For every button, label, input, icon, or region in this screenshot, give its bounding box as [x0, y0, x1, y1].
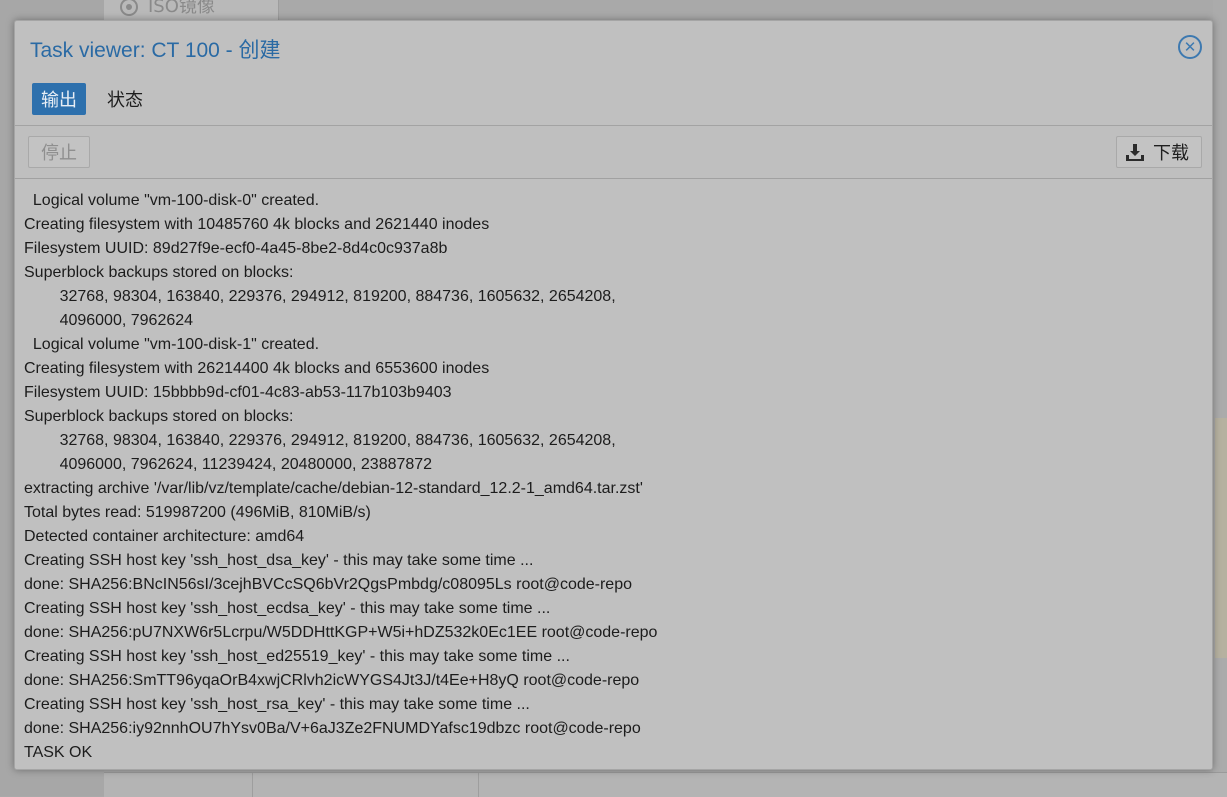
log-line: Creating SSH host key 'ssh_host_ed25519_…: [24, 648, 570, 665]
log-line: done: SHA256:iy92nnhOU7hYsv0Ba/V+6aJ3Ze2…: [24, 720, 641, 737]
log-line: Filesystem UUID: 89d27f9e-ecf0-4a45-8be2…: [24, 240, 448, 257]
log-line: Total bytes read: 519987200 (496MiB, 810…: [24, 504, 371, 521]
log-line: Creating SSH host key 'ssh_host_dsa_key'…: [24, 552, 534, 569]
download-icon: [1126, 144, 1144, 161]
log-line: 4096000, 7962624: [24, 312, 194, 329]
output-toolbar: 停止 下载: [15, 126, 1212, 179]
column-separator: [252, 773, 253, 797]
log-line: Creating filesystem with 26214400 4k blo…: [24, 360, 490, 377]
background-tab-iso-label: ISO镜像: [148, 0, 215, 17]
output-panel: 停止 下载 Logical volume "vm-100-disk-0" cre…: [15, 125, 1212, 769]
disc-icon: [120, 0, 138, 16]
tab-status[interactable]: 状态: [98, 83, 152, 115]
log-line: Creating filesystem with 10485760 4k blo…: [24, 216, 490, 233]
close-icon[interactable]: ✕: [1178, 35, 1202, 59]
dialog-header: Task viewer: CT 100 - 创建 ✕: [15, 21, 1212, 73]
log-line: done: SHA256:BNcIN56sI/3cejhBVCcSQ6bVr2Q…: [24, 576, 632, 593]
log-line: extracting archive '/var/lib/vz/template…: [24, 480, 643, 497]
dialog-title: Task viewer: CT 100 - 创建: [30, 39, 281, 62]
log-line: Superblock backups stored on blocks:: [24, 264, 294, 281]
stop-button[interactable]: 停止: [28, 136, 90, 168]
background-grid-header: [104, 772, 1227, 797]
background-page-right: [1213, 0, 1227, 796]
log-line: TASK OK: [24, 744, 93, 761]
log-line: Filesystem UUID: 15bbbb9d-cf01-4c83-ab53…: [24, 384, 452, 401]
log-line: done: SHA256:SmTT96yqaOrB4xwjCRlvh2icWYG…: [24, 672, 640, 689]
task-log-output: Logical volume "vm-100-disk-0" created. C…: [24, 189, 1202, 769]
background-tab-iso: ISO镜像: [104, 0, 279, 20]
log-line: Superblock backups stored on blocks:: [24, 408, 294, 425]
log-line: 4096000, 7962624, 11239424, 20480000, 23…: [24, 456, 433, 473]
log-line: 32768, 98304, 163840, 229376, 294912, 81…: [24, 432, 616, 449]
log-line: Logical volume "vm-100-disk-1" created.: [24, 336, 320, 353]
download-button[interactable]: 下载: [1116, 136, 1202, 168]
log-line: Creating SSH host key 'ssh_host_ecdsa_ke…: [24, 600, 551, 617]
log-line: Logical volume "vm-100-disk-0" created.: [24, 192, 320, 209]
tab-output[interactable]: 输出: [32, 83, 86, 115]
column-separator: [478, 773, 479, 797]
task-viewer-dialog: Task viewer: CT 100 - 创建 ✕ 输出 状态 停止 下载 L…: [14, 20, 1213, 770]
download-label: 下载: [1153, 143, 1189, 163]
log-line: 32768, 98304, 163840, 229376, 294912, 81…: [24, 288, 616, 305]
log-line: done: SHA256:pU7NXW6r5Lcrpu/W5DDHttKGP+W…: [24, 624, 658, 641]
dialog-tabs: 输出 状态: [32, 83, 152, 115]
log-line: Creating SSH host key 'ssh_host_rsa_key'…: [24, 696, 530, 713]
log-line: Detected container architecture: amd64: [24, 528, 305, 545]
background-panel: [1215, 418, 1227, 658]
